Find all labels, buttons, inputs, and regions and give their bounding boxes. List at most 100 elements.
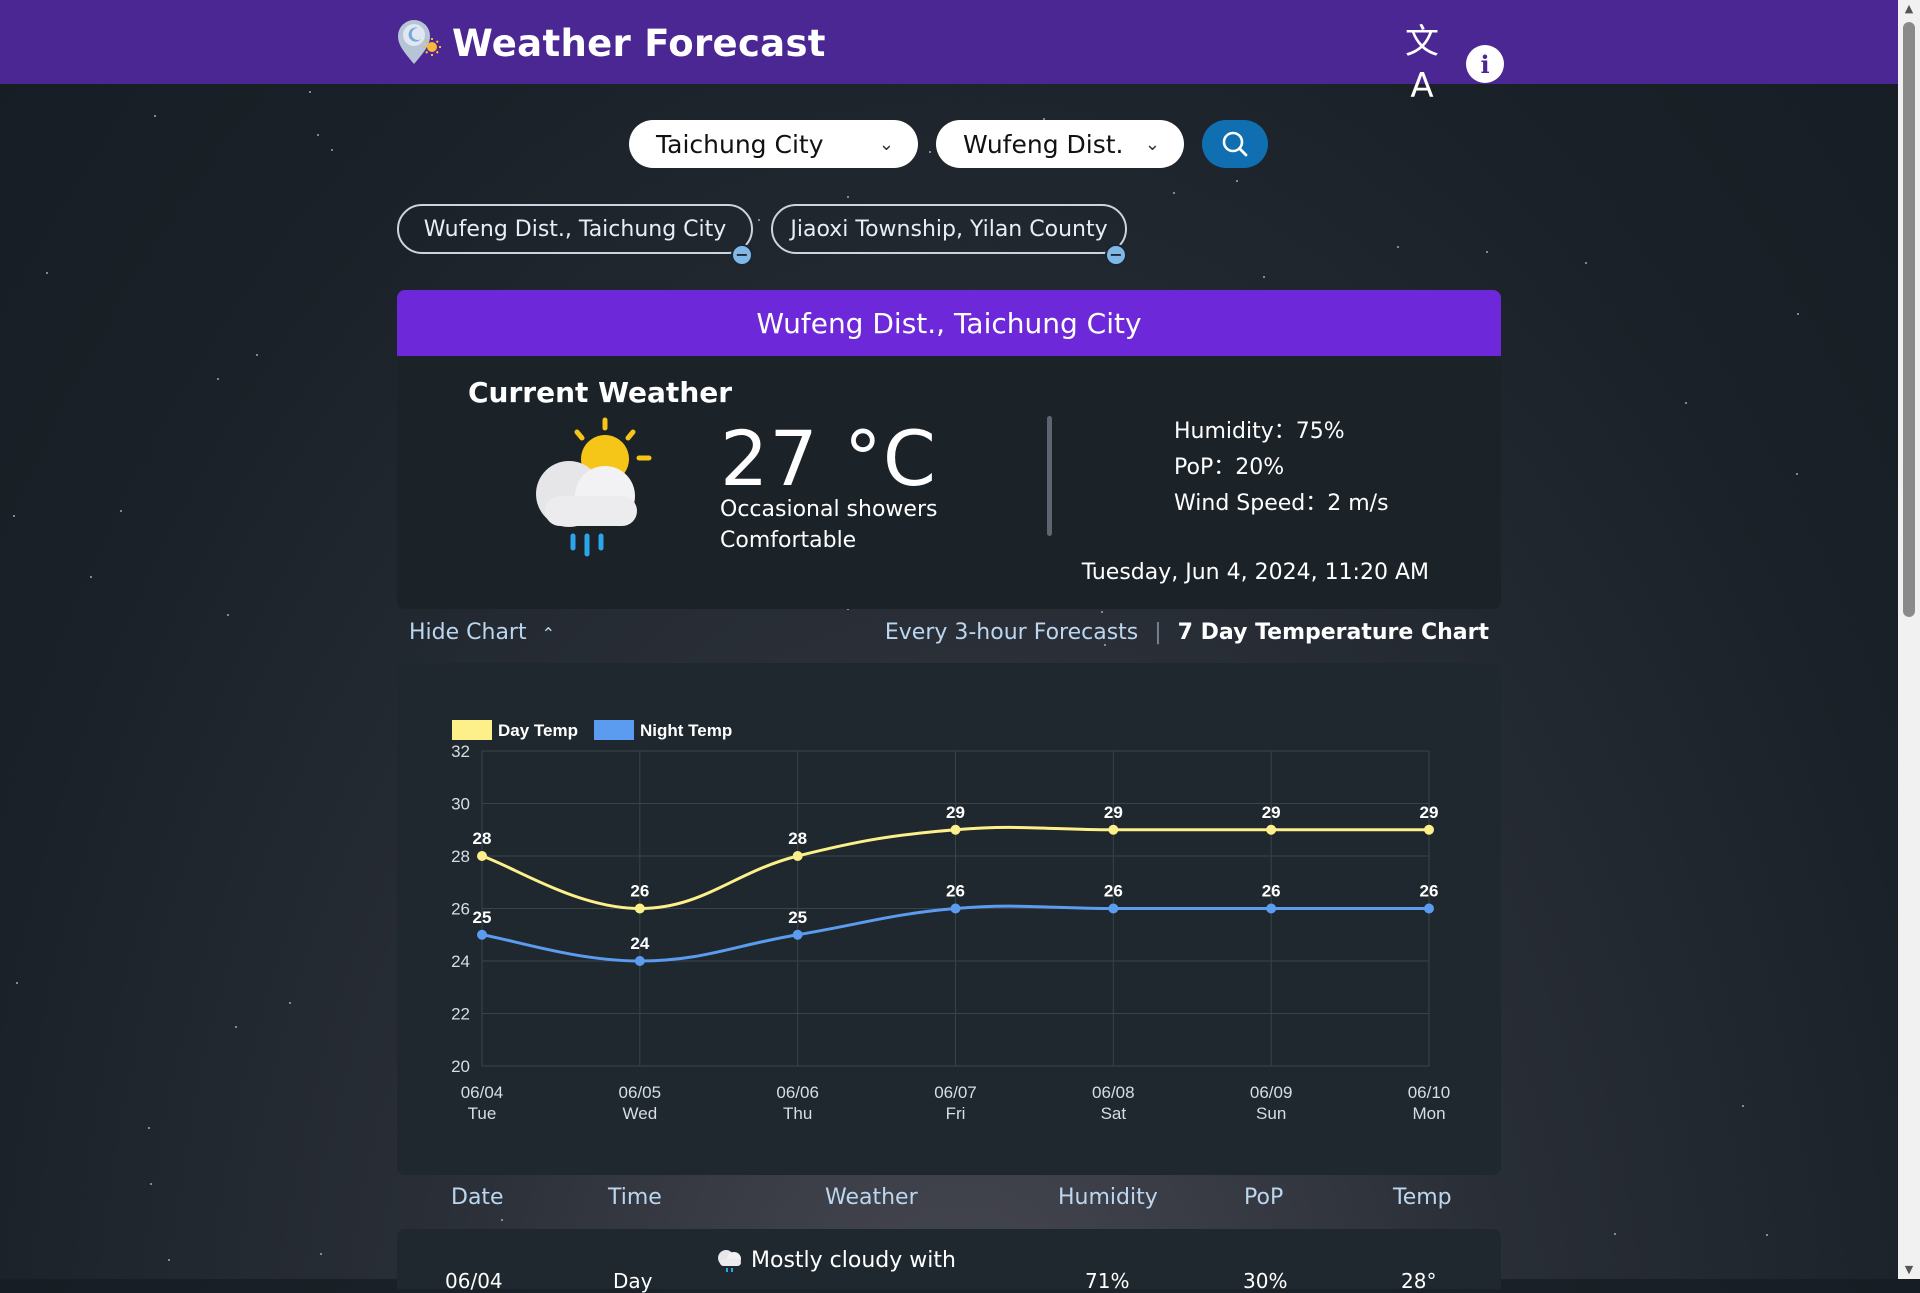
column-header-temp: Temp [1393,1185,1452,1210]
scroll-up-arrow-icon[interactable]: ▲ [1898,0,1920,18]
data-point [477,929,487,940]
data-point [1108,824,1119,835]
district-select[interactable]: Wufeng Dist. ⌄ [936,120,1184,168]
cloud-rain-icon [718,1250,741,1272]
tab-separator: | [1154,620,1162,645]
y-tick-label: 24 [451,952,470,971]
x-tick-date: 06/08 [1092,1083,1135,1102]
column-header-date: Date [451,1185,504,1210]
data-point [950,903,961,914]
row-date: 06/04 [445,1269,503,1293]
x-tick-date: 06/04 [461,1083,504,1102]
info-icon[interactable]: i [1466,45,1504,83]
data-label: 26 [1262,882,1281,901]
weather-logo-icon [394,16,442,70]
district-select-value: Wufeng Dist. [963,129,1124,159]
app-root: Weather Forecast 文A i Taichung City ⌄ Wu… [0,0,1898,1293]
x-tick-day: Fri [946,1104,966,1123]
data-point [1266,903,1277,914]
forecast-table-header: Date Time Weather Humidity PoP Temp [397,1185,1501,1225]
row-pop: 30% [1243,1269,1288,1293]
current-weather-card: Current Weather 27 °C Occasional showers… [397,356,1501,609]
hide-chart-button[interactable]: Hide Chart ⌃ [409,620,555,645]
row-temp: 28° [1401,1269,1437,1293]
data-label: 26 [630,882,649,901]
chevron-down-icon: ⌄ [878,133,894,155]
data-label: 29 [1420,803,1439,822]
divider [1047,416,1052,536]
top-bar: Weather Forecast 文A i [0,0,1898,106]
data-label: 24 [630,934,649,953]
data-point [950,824,961,835]
x-tick-day: Thu [783,1104,812,1123]
chart-tabs: Every 3-hour Forecasts | 7 Day Temperatu… [885,620,1489,645]
data-point [792,851,803,861]
data-label: 26 [1104,882,1123,901]
y-tick-label: 22 [451,1005,470,1024]
chevron-up-icon: ⌃ [541,624,556,643]
weather-condition: Occasional showers [720,497,938,522]
data-label: 29 [1262,803,1281,822]
weather-description: Occasional showers Comfortable [720,494,937,556]
data-point [477,851,487,861]
saved-location-chip[interactable]: Wufeng Dist., Taichung City − [397,204,753,266]
legend-label: Day Temp [498,721,578,740]
data-label: 28 [788,829,807,848]
wind-stat: Wind Speed：2 m/s [1174,491,1389,516]
data-label: 25 [788,908,807,927]
saved-location-chip[interactable]: Jiaoxi Township, Yilan County − [771,204,1127,266]
data-point [634,956,645,966]
temperature-chart-card: 20 22 24 26 28 30 32 06/04 Tue 06/05 Wed 06/06 Thu 06… [397,663,1501,1175]
legend-swatch [452,720,492,740]
x-tick-day: Wed [623,1104,658,1123]
row-time: Day [613,1269,653,1293]
data-label: 29 [1104,803,1123,822]
city-select-value: Taichung City [656,129,824,159]
temperature-chart: 2022242628303206/04Tue06/05Wed06/06Thu06… [451,720,1451,1123]
row-weather: Mostly cloudy with [715,1247,956,1273]
x-tick-day: Mon [1412,1104,1445,1123]
x-tick-date: 06/05 [619,1083,662,1102]
location-selectors: Taichung City ⌄ Wufeng Dist. ⌄ [629,120,1268,168]
search-icon [1222,131,1248,157]
data-point [1424,903,1434,914]
data-label: 26 [946,882,965,901]
current-temperature: 27 °C [720,414,937,503]
weather-stats: Humidity：75% PoP：20% Wind Speed：2 m/s [1174,414,1389,522]
vertical-scrollbar[interactable]: ▲ ▼ [1898,0,1920,1279]
partly-cloudy-rain-icon [525,414,665,563]
tab-hourly-forecast[interactable]: Every 3-hour Forecasts [885,620,1138,645]
observation-datetime: Tuesday, Jun 4, 2024, 11:20 AM [1081,560,1429,585]
location-title: Wufeng Dist., Taichung City [756,306,1142,340]
x-tick-date: 06/10 [1408,1083,1451,1102]
app-title: Weather Forecast [452,21,826,65]
city-select[interactable]: Taichung City ⌄ [629,120,918,168]
brand[interactable]: Weather Forecast [394,16,826,70]
translate-icon[interactable]: 文A [1400,20,1444,108]
data-label: 29 [946,803,965,822]
data-label: 28 [473,829,492,848]
tab-weekly-chart[interactable]: 7 Day Temperature Chart [1178,620,1489,645]
humidity-stat: Humidity：75% [1174,419,1345,444]
current-weather-heading: Current Weather [468,376,733,409]
scrollbar-thumb[interactable] [1903,22,1915,617]
remove-location-icon[interactable]: − [731,244,753,266]
row-humidity: 71% [1085,1269,1130,1293]
data-point [1108,903,1119,914]
y-tick-label: 30 [451,795,470,814]
saved-location-label: Jiaoxi Township, Yilan County [790,216,1108,242]
data-point [634,903,645,914]
y-tick-label: 26 [451,900,470,919]
data-label: 26 [1420,882,1439,901]
hide-chart-label: Hide Chart [409,620,527,645]
scroll-down-arrow-icon[interactable]: ▼ [1898,1261,1920,1279]
data-point [792,929,803,940]
location-card-header: Wufeng Dist., Taichung City [397,290,1501,356]
search-button[interactable] [1202,120,1268,168]
column-header-humidity: Humidity [1058,1185,1158,1210]
column-header-pop: PoP [1244,1185,1284,1210]
remove-location-icon[interactable]: − [1105,244,1127,266]
table-row[interactable]: 06/04 Day Mostly cloudy with 71% 30% 28° [397,1229,1501,1293]
pop-stat: PoP：20% [1174,455,1285,480]
x-tick-day: Sat [1101,1104,1127,1123]
